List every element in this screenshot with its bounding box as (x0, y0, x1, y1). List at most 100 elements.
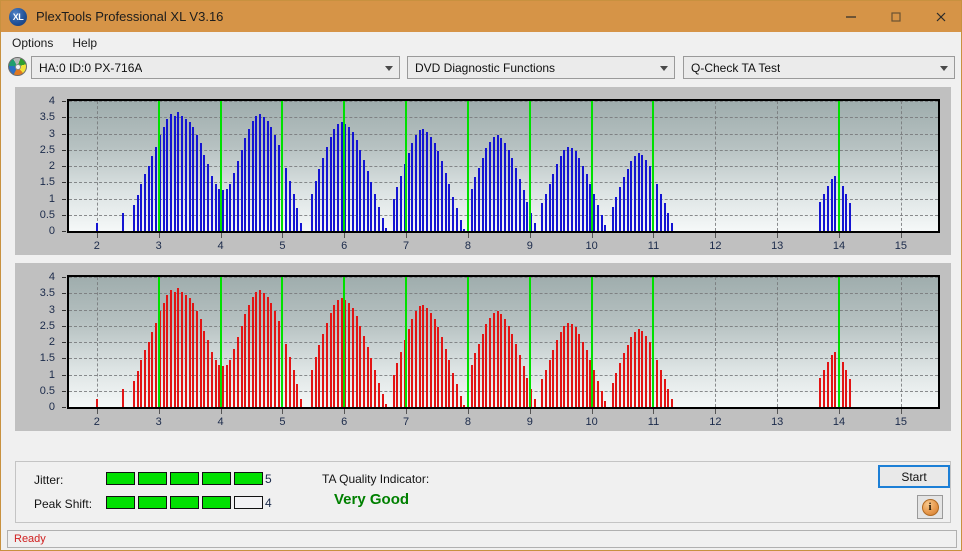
chart-bar (199, 143, 202, 231)
chart-bar (440, 337, 443, 407)
close-icon[interactable] (918, 1, 961, 32)
menu-item-help[interactable]: Help (70, 34, 105, 52)
chart-bar (559, 156, 562, 231)
chart-bar (377, 382, 380, 407)
chart-bar (400, 351, 403, 407)
x-axis-tick-label: 7 (403, 416, 410, 428)
chart-bar (671, 398, 674, 407)
x-axis-tick-mark (344, 233, 346, 238)
chart-bar (170, 290, 173, 407)
chart-bar (849, 203, 852, 231)
chart-bar (500, 314, 503, 407)
maximize-icon[interactable] (873, 1, 918, 32)
chart-bar (355, 316, 358, 407)
chart-bar (459, 395, 462, 407)
chart-bar (325, 322, 328, 407)
chart-bar (140, 183, 143, 231)
chart-bar (418, 306, 421, 407)
chart-bar (311, 369, 314, 407)
chart-bar (481, 157, 484, 231)
chart-bar (210, 351, 213, 407)
jitter-meter (106, 472, 263, 485)
chart-bar (314, 356, 317, 407)
chart-bar (144, 174, 147, 231)
gridline-vertical (715, 101, 717, 231)
chart-bar (170, 114, 173, 231)
chart-bar (288, 356, 291, 407)
chart-bar (433, 319, 436, 407)
chart-bar (611, 206, 614, 231)
x-axis-tick-label: 9 (526, 240, 533, 252)
chart-bar (392, 198, 395, 231)
start-button[interactable]: Start (878, 465, 950, 488)
chart-bar (604, 400, 607, 407)
chart-bar (433, 143, 436, 231)
chart-bar (552, 174, 555, 231)
chart-bar (121, 213, 124, 231)
chart-bar (262, 293, 265, 407)
chart-bar (199, 319, 202, 407)
minimize-icon[interactable] (828, 1, 873, 32)
chart-bar (570, 148, 573, 231)
gridline-horizontal (69, 293, 938, 295)
chart-bar (641, 330, 644, 407)
y-axis-tick-label: 1 (48, 192, 55, 205)
chart-bar (515, 167, 518, 231)
x-axis-tick-label: 2 (93, 240, 100, 252)
chart-bar (440, 161, 443, 231)
y-axis-tick-label: 0.5 (39, 208, 55, 221)
y-axis-tick-label: 1 (48, 368, 55, 381)
jitter-chart-x-axis: 2 3 4 5 6 7 8 9 10 11 12 13 14 15 (67, 233, 940, 255)
drive-select[interactable]: HA:0 ID:0 PX-716A (31, 56, 400, 79)
x-axis-tick-label: 2 (93, 416, 100, 428)
x-axis-tick-mark (406, 233, 408, 238)
chart-bar (485, 324, 488, 407)
function-select[interactable]: DVD Diagnostic Functions (407, 56, 675, 79)
chart-bar (318, 345, 321, 407)
test-select[interactable]: Q-Check TA Test (683, 56, 955, 79)
chart-bar (444, 172, 447, 231)
chart-bar (429, 312, 432, 407)
chevron-down-icon (385, 65, 393, 71)
chart-bar (229, 183, 232, 231)
x-axis-tick-mark (777, 409, 779, 414)
chart-bar (663, 379, 666, 407)
chart-bar (244, 138, 247, 231)
menu-item-options[interactable]: Options (10, 34, 61, 52)
chart-bar (845, 369, 848, 407)
chart-bar (826, 361, 829, 407)
chart-bar (671, 222, 674, 231)
x-axis-tick-label: 10 (585, 416, 598, 428)
chart-bar (600, 390, 603, 407)
chart-bar (196, 311, 199, 407)
chart-bar (259, 290, 262, 407)
chart-bar (314, 180, 317, 231)
info-button[interactable]: i (917, 495, 943, 519)
x-axis-tick-mark (591, 409, 593, 414)
chart-bar (233, 348, 236, 407)
chart-bar (556, 164, 558, 231)
x-axis-tick-mark (653, 409, 655, 414)
chart-bar (541, 379, 544, 407)
marker-line (838, 101, 841, 231)
marker-line (405, 101, 408, 231)
gridline-horizontal (69, 277, 938, 278)
meter-cell (234, 472, 263, 485)
y-axis-tick-mark (62, 149, 66, 151)
chart-bar (385, 403, 388, 407)
x-axis-tick-label: 14 (832, 240, 846, 252)
marker-line (157, 277, 160, 407)
chart-bar (648, 166, 651, 231)
chart-bar (285, 343, 288, 407)
jitter-chart-plot (67, 99, 940, 233)
y-axis-tick-mark (62, 214, 66, 216)
y-axis-tick-mark (62, 166, 66, 167)
chart-bar (567, 322, 570, 407)
chart-bar (455, 384, 458, 407)
y-axis-tick-mark (62, 182, 66, 184)
chart-bar (407, 153, 410, 231)
chart-bar (392, 374, 395, 407)
chart-bar (225, 188, 228, 231)
chart-bar (834, 175, 837, 231)
chart-bar (251, 120, 254, 231)
